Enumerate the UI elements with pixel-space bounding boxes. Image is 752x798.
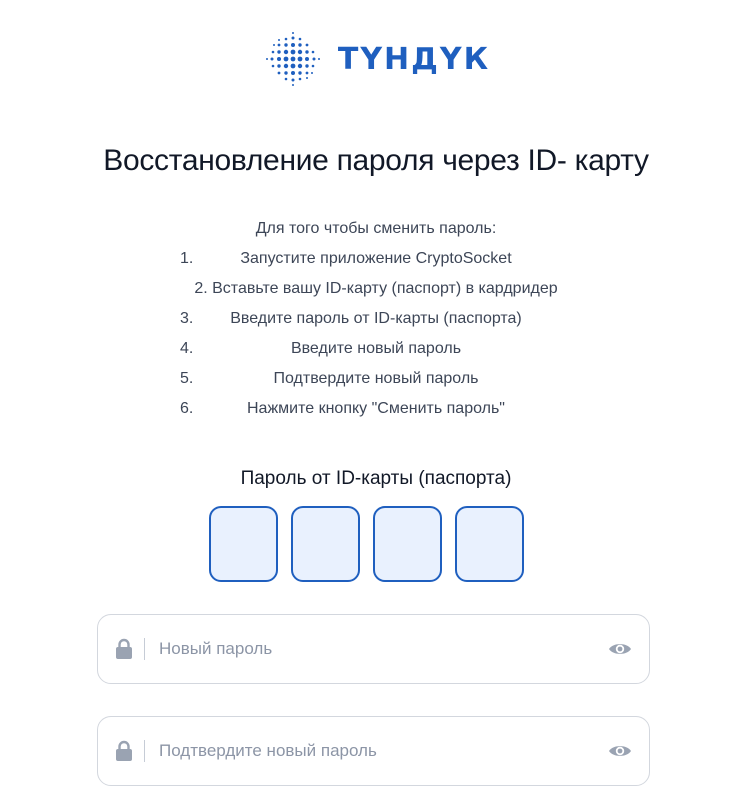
list-item: 3. Введите пароль от ID-карты (паспорта) — [0, 308, 752, 338]
step-number: 5. — [180, 370, 194, 387]
confirm-password-field[interactable] — [97, 716, 650, 786]
list-item: 2. Вставьте вашу ID-карту (паспорт) в ка… — [0, 278, 752, 308]
step-text: Подтвердите новый пароль — [273, 370, 479, 387]
brand-name: ТҮНДҮК — [337, 41, 491, 77]
brand-logo: ТҮНДҮК — [0, 28, 752, 90]
step-number: 4. — [180, 340, 194, 357]
divider — [144, 740, 145, 762]
list-item: 1. Запустите приложение CryptoSocket — [0, 248, 752, 278]
pin-digit-1[interactable] — [209, 506, 278, 582]
pin-input-group — [209, 506, 524, 582]
pin-digit-4[interactable] — [455, 506, 524, 582]
pin-label: Пароль от ID-карты (паспорта) — [240, 468, 512, 489]
instructions: Для того чтобы сменить пароль: 1. Запуст… — [0, 218, 752, 428]
pin-digit-2[interactable] — [291, 506, 360, 582]
lock-icon — [116, 740, 132, 761]
pin-digit-3[interactable] — [373, 506, 442, 582]
step-text: 2. Вставьте вашу ID-карту (паспорт) в ка… — [194, 280, 558, 297]
divider — [144, 638, 145, 660]
step-text: Введите пароль от ID-карты (паспорта) — [230, 310, 522, 327]
page-title: Восстановление пароля через ID- карту — [103, 144, 649, 177]
step-number: 6. — [180, 400, 194, 417]
tunduk-logo-icon — [265, 32, 320, 86]
eye-icon[interactable] — [608, 641, 632, 657]
new-password-input[interactable] — [157, 638, 608, 660]
step-number: 3. — [180, 310, 194, 327]
lock-icon — [116, 638, 132, 659]
steps-list: 1. Запустите приложение CryptoSocket 2. … — [0, 248, 752, 428]
step-number: 1. — [180, 250, 194, 267]
list-item: 4. Введите новый пароль — [0, 338, 752, 368]
step-text: Нажмите кнопку "Сменить пароль" — [247, 400, 505, 417]
list-item: 5. Подтвердите новый пароль — [0, 368, 752, 398]
list-item: 6. Нажмите кнопку "Сменить пароль" — [0, 398, 752, 428]
confirm-password-input[interactable] — [157, 740, 608, 762]
new-password-field[interactable] — [97, 614, 650, 684]
step-text: Запустите приложение CryptoSocket — [240, 250, 512, 267]
step-text: Введите новый пароль — [290, 340, 462, 357]
instructions-intro: Для того чтобы сменить пароль: — [255, 220, 497, 237]
eye-icon[interactable] — [608, 743, 632, 759]
